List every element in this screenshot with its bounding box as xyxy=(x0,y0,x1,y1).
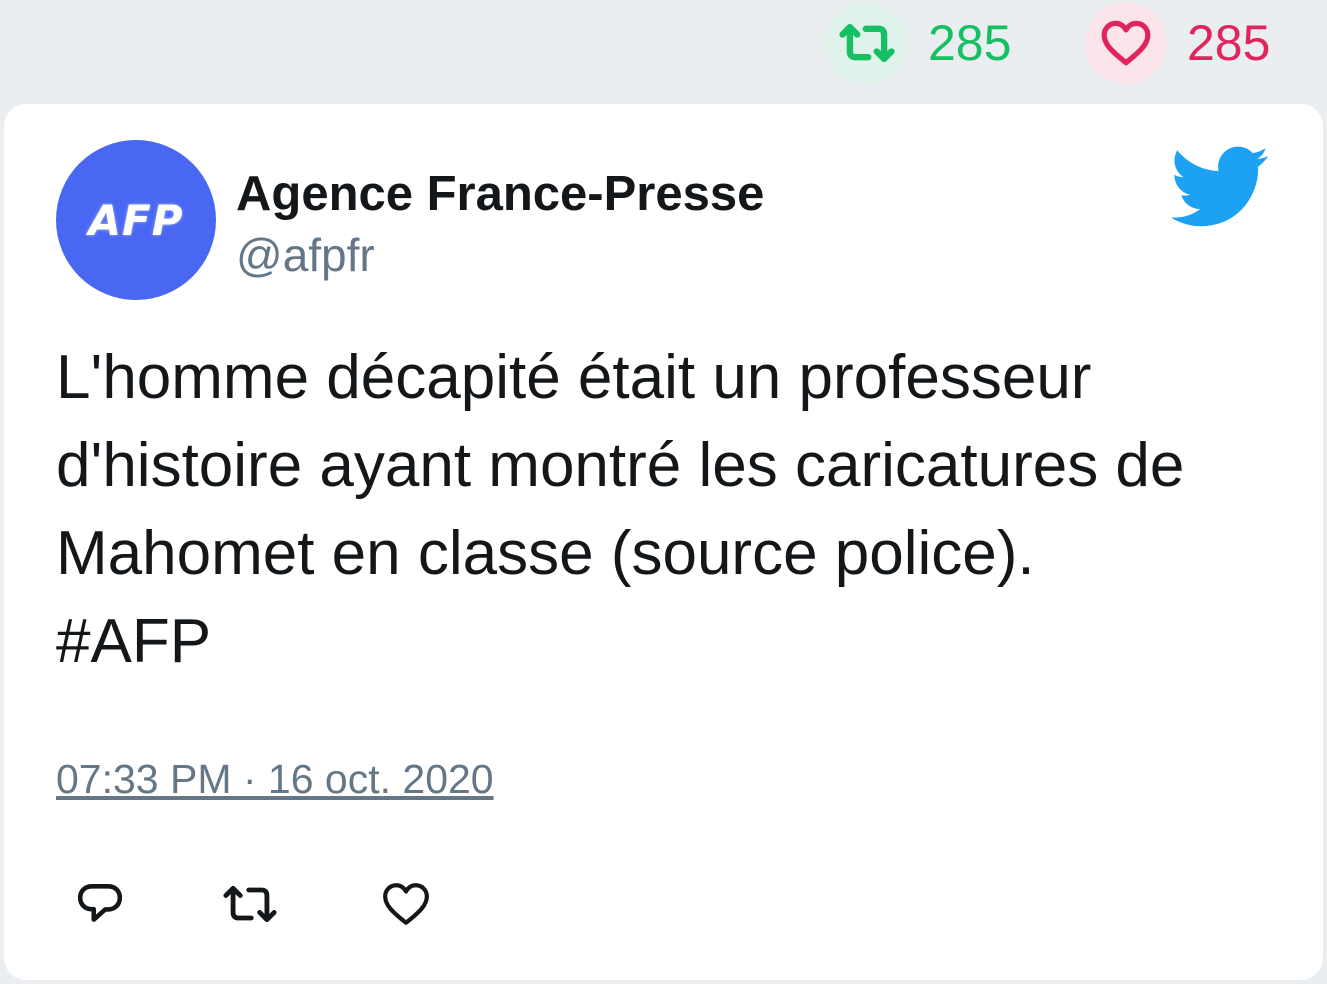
retweet-stat[interactable]: 285 xyxy=(826,2,1011,84)
retweet-icon xyxy=(839,23,895,63)
avatar[interactable]: AFP xyxy=(56,140,216,300)
twitter-bird-icon[interactable] xyxy=(1172,146,1270,228)
retweet-count: 285 xyxy=(928,15,1012,71)
tweet-text: L'homme décapité était un professeur d'h… xyxy=(56,343,1185,676)
reply-button[interactable] xyxy=(70,876,130,932)
like-stat[interactable]: 285 xyxy=(1085,2,1270,84)
retweet-action-icon xyxy=(223,885,277,923)
heart-icon xyxy=(1101,20,1151,66)
like-button[interactable] xyxy=(376,876,436,932)
reply-icon xyxy=(77,884,123,922)
like-stat-circle xyxy=(1085,2,1167,84)
author-display-name[interactable]: Agence France-Presse xyxy=(236,166,764,222)
tweet-card: AFP Agence France-Presse @afpfr L'homme … xyxy=(4,104,1323,980)
retweet-stat-circle xyxy=(826,2,908,84)
heart-action-icon xyxy=(383,883,429,925)
engagement-stats-bar: 285 285 xyxy=(0,0,1327,100)
author-handle[interactable]: @afpfr xyxy=(236,228,375,282)
tweet-timestamp[interactable]: 07:33 PM · 16 oct. 2020 xyxy=(56,756,494,803)
like-count: 285 xyxy=(1187,15,1271,71)
retweet-button[interactable] xyxy=(220,876,280,932)
avatar-logo-text: AFP xyxy=(88,195,184,245)
